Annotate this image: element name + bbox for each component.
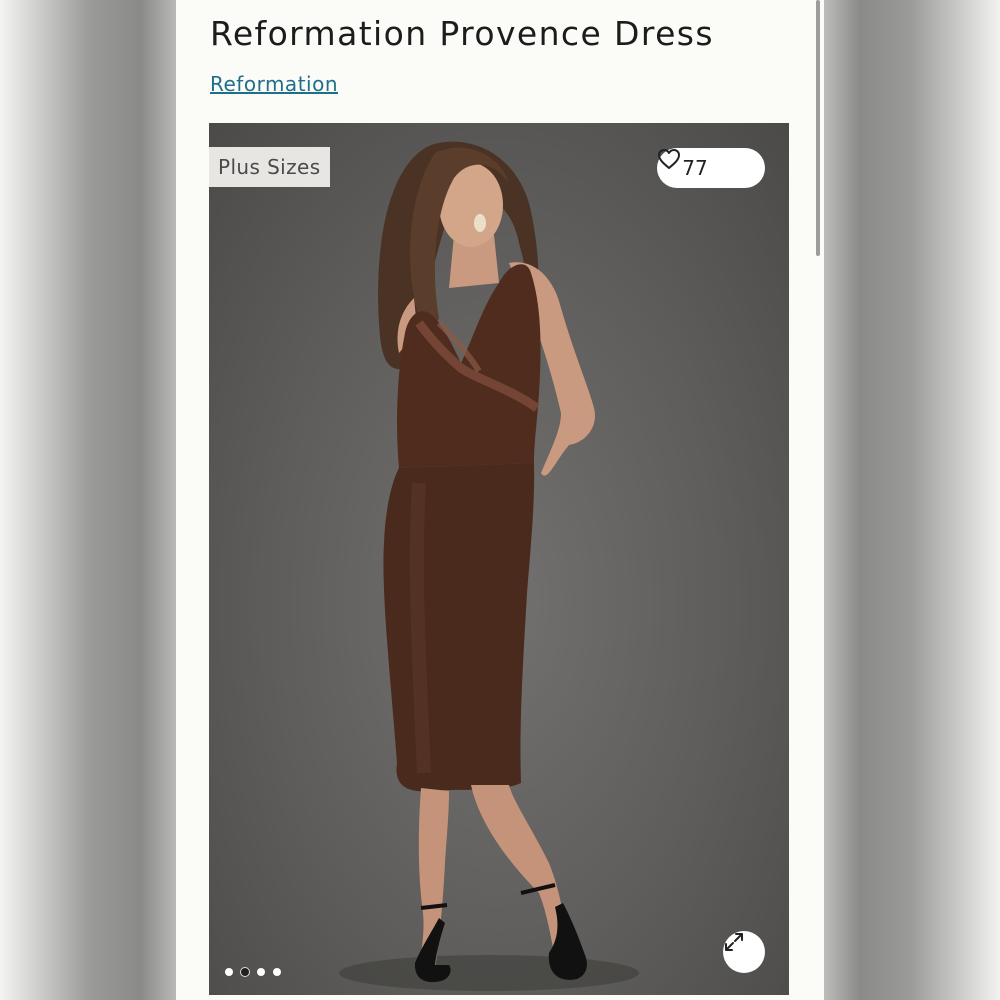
carousel-dot[interactable] — [273, 968, 281, 976]
listing-panel: Reformation Provence Dress Reformation P… — [176, 0, 824, 1000]
carousel-dot[interactable] — [225, 968, 233, 976]
carousel-dots — [225, 968, 281, 976]
heart-outline-icon — [658, 149, 740, 179]
expand-button[interactable] — [723, 931, 765, 973]
expand-arrows-icon — [725, 933, 743, 951]
carousel-dot-active[interactable] — [241, 968, 249, 976]
carousel-dot[interactable] — [257, 968, 265, 976]
model-illustration — [339, 141, 639, 991]
listing-title: Reformation Provence Dress — [210, 14, 714, 53]
brand-link[interactable]: Reformation — [210, 72, 338, 96]
size-badge: Plus Sizes — [209, 147, 330, 187]
product-photo[interactable]: Plus Sizes 77 — [209, 123, 789, 995]
scrollbar[interactable] — [816, 0, 820, 256]
like-count: 77 — [682, 156, 708, 180]
like-button[interactable]: 77 — [657, 148, 765, 188]
